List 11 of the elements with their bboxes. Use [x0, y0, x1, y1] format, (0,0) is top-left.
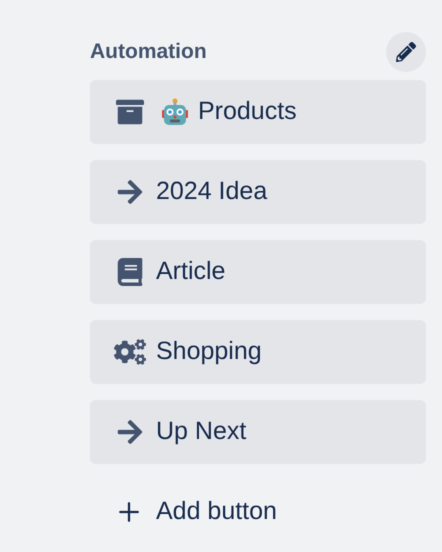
automation-button[interactable]: 2024 Idea — [90, 160, 426, 224]
section-title: Automation — [90, 39, 207, 66]
pencil-icon — [396, 42, 416, 62]
automation-button[interactable]: Article — [90, 240, 426, 304]
add-button[interactable]: Add button — [90, 480, 426, 544]
automation-button[interactable]: Shopping — [90, 320, 426, 384]
automation-button[interactable]: Up Next — [90, 400, 426, 464]
edit-button[interactable] — [386, 32, 426, 72]
archive-box-icon — [114, 98, 146, 126]
automation-button[interactable]: Products — [90, 80, 426, 144]
gears-icon — [114, 338, 146, 366]
